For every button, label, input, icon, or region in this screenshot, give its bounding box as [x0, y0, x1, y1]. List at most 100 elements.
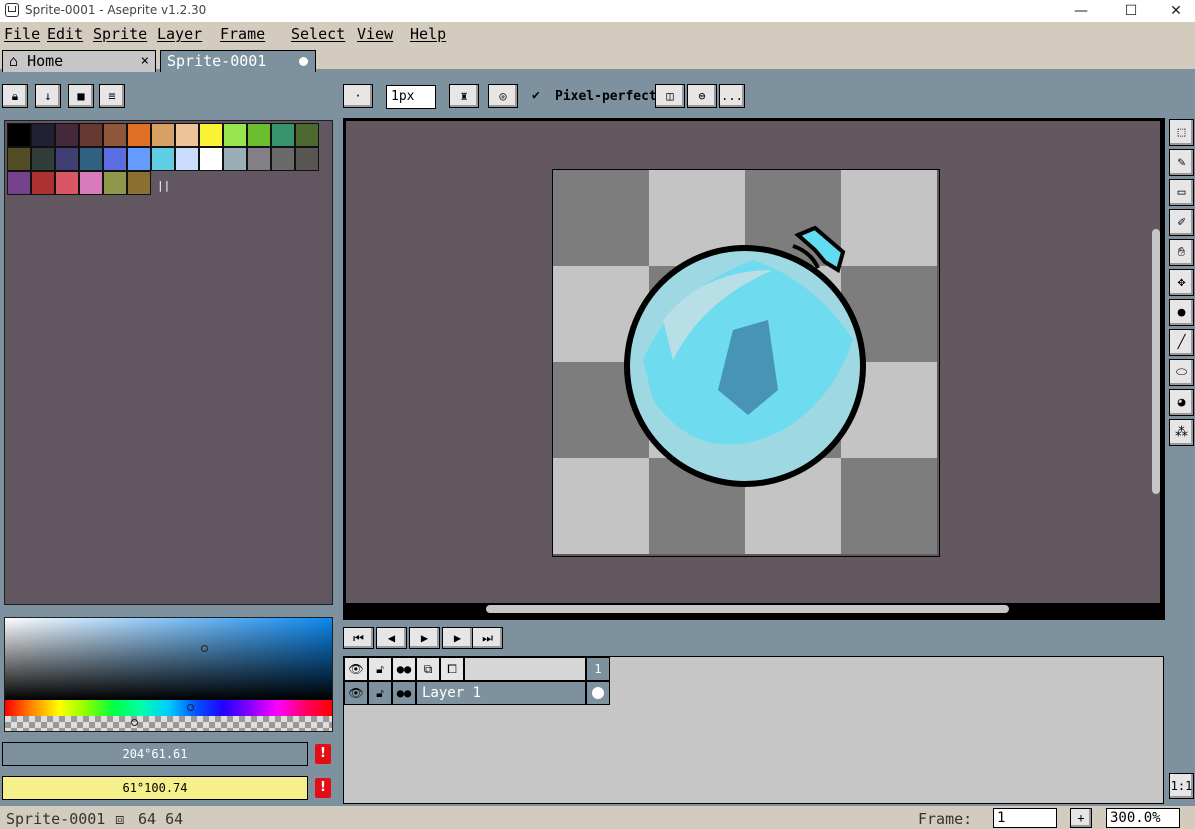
palette-swatch[interactable] [151, 147, 175, 171]
menu-help[interactable]: Help [410, 25, 446, 43]
layer-name[interactable]: Layer 1 [416, 681, 586, 705]
menu-view[interactable]: View [357, 25, 393, 43]
palette-swatch[interactable] [151, 123, 175, 147]
palette-swatch[interactable] [199, 123, 223, 147]
menu-frame[interactable]: Frame [220, 25, 265, 43]
alpha-slider[interactable] [5, 716, 332, 731]
palette-swatch[interactable] [31, 147, 55, 171]
play-button[interactable]: ▶ [409, 627, 440, 649]
palette-swatch[interactable] [127, 147, 151, 171]
palette-swatch[interactable] [7, 171, 31, 195]
palette-swatch[interactable] [55, 147, 79, 171]
palette-swatch[interactable] [127, 171, 151, 195]
palette-swatch[interactable] [31, 123, 55, 147]
next-frame-button[interactable]: ▶ [442, 627, 473, 649]
layer-continuous-toggle[interactable]: ●● [392, 681, 416, 705]
palette-swatch[interactable] [55, 171, 79, 195]
brush-size-field[interactable]: 1px [386, 85, 436, 109]
spray-tool[interactable]: ⁂ [1169, 419, 1194, 446]
sort-palette-button[interactable]: ↓ [35, 84, 61, 108]
stroke-button[interactable]: ◎ [488, 84, 518, 108]
palette-swatch[interactable] [271, 123, 295, 147]
visibility-header[interactable]: 👁︎ [344, 657, 368, 681]
foreground-warning-icon[interactable]: ! [315, 744, 331, 764]
cel-frame-1[interactable] [586, 681, 610, 705]
palette-swatch[interactable] [295, 123, 319, 147]
hue-slider[interactable] [5, 700, 332, 716]
ellipse-tool[interactable]: ⬭ [1169, 359, 1194, 386]
lock-palette-button[interactable]: 🔒︎ [2, 84, 28, 108]
palette-swatch[interactable] [295, 147, 319, 171]
palette-swatch[interactable] [31, 171, 55, 195]
add-frame-button[interactable]: + [1070, 808, 1092, 828]
palette-swatch[interactable] [103, 171, 127, 195]
brush-type-button[interactable]: · [343, 84, 373, 108]
palette-swatch[interactable] [199, 147, 223, 171]
line-tool[interactable]: ╱ [1169, 329, 1194, 356]
palette-resize-handle[interactable]: || [157, 179, 170, 192]
background-color-entry[interactable]: 61°100.74 [2, 776, 308, 800]
tab-home[interactable]: ⌂ Home × [2, 50, 156, 72]
sprite-canvas[interactable] [552, 169, 940, 557]
saturation-value-area[interactable] [5, 618, 332, 700]
minimize-button[interactable]: — [1058, 0, 1104, 22]
palette-swatch[interactable] [223, 147, 247, 171]
close-button[interactable]: ✕ [1153, 0, 1195, 22]
layer-lock-toggle[interactable]: 🔓︎ [368, 681, 392, 705]
palette-swatch[interactable] [103, 147, 127, 171]
horizontal-scrollbar[interactable] [486, 605, 1009, 613]
palette-swatch[interactable] [127, 123, 151, 147]
maximize-button[interactable]: ☐ [1108, 0, 1154, 22]
first-frame-button[interactable]: ⏮ [343, 627, 374, 649]
ink-button[interactable]: ♜ [449, 84, 479, 108]
frame-number-header[interactable]: 1 [586, 657, 610, 681]
menu-sprite[interactable]: Sprite [93, 25, 147, 43]
menu-edit[interactable]: Edit [47, 25, 83, 43]
palette-swatch[interactable] [175, 147, 199, 171]
pixel-perfect-checkbox[interactable]: ✔ [532, 88, 540, 103]
menu-select[interactable]: Select [291, 25, 345, 43]
palette-swatch[interactable] [247, 123, 271, 147]
palette-swatch[interactable] [79, 171, 103, 195]
contour-tool[interactable]: ◕ [1169, 389, 1194, 416]
palette-swatch[interactable] [247, 147, 271, 171]
move-tool[interactable]: ✥ [1169, 269, 1194, 296]
more-options-button[interactable]: ... [719, 84, 745, 108]
eraser-tool[interactable]: ▭ [1169, 179, 1194, 206]
palette-swatch[interactable] [271, 147, 295, 171]
paint-bucket-tool[interactable]: ● [1169, 299, 1194, 326]
layer-visibility-toggle[interactable]: 👁︎ [344, 681, 368, 705]
menu-file[interactable]: File [4, 25, 40, 43]
palette-swatch[interactable] [79, 123, 103, 147]
menu-layer[interactable]: Layer [157, 25, 202, 43]
palette-swatch[interactable] [79, 147, 103, 171]
new-layer-group-header[interactable]: ⧉ [416, 657, 440, 681]
continuous-header[interactable]: ●● [392, 657, 416, 681]
palette-presets-button[interactable]: ■ [68, 84, 94, 108]
palette-options-button[interactable]: ≡ [99, 84, 125, 108]
foreground-color-entry[interactable]: 204°61.61 [2, 742, 308, 766]
previous-frame-button[interactable]: ◀ [376, 627, 407, 649]
onion-skin-header[interactable]: ⧠ [440, 657, 464, 681]
marquee-tool[interactable]: ⬚ [1169, 119, 1194, 146]
background-warning-icon[interactable]: ! [315, 778, 331, 798]
last-frame-button[interactable]: ⏭ [472, 627, 503, 649]
palette-swatch[interactable] [7, 147, 31, 171]
tab-sprite[interactable]: Sprite-0001 [160, 50, 316, 72]
palette-swatch[interactable] [7, 123, 31, 147]
zoom-input[interactable]: 300.0% [1106, 808, 1180, 828]
palette-swatch[interactable] [103, 123, 127, 147]
palette-swatch[interactable] [55, 123, 79, 147]
symmetry-vertical-button[interactable]: ⊜ [687, 84, 717, 108]
palette-swatch[interactable] [175, 123, 199, 147]
palette-swatch[interactable] [223, 123, 247, 147]
frame-input[interactable]: 1 [993, 808, 1057, 828]
zoom-reset-button[interactable]: 1:1 [1169, 773, 1194, 799]
hand-tool[interactable]: ✋︎ [1169, 239, 1194, 266]
lock-header[interactable]: 🔓︎ [368, 657, 392, 681]
symmetry-horizontal-button[interactable]: ◫ [655, 84, 685, 108]
tab-home-close-icon[interactable]: × [141, 51, 149, 71]
vertical-scrollbar[interactable] [1152, 229, 1160, 494]
eyedropper-tool[interactable]: ✐ [1169, 209, 1194, 236]
pencil-tool[interactable]: ✎ [1169, 149, 1194, 176]
